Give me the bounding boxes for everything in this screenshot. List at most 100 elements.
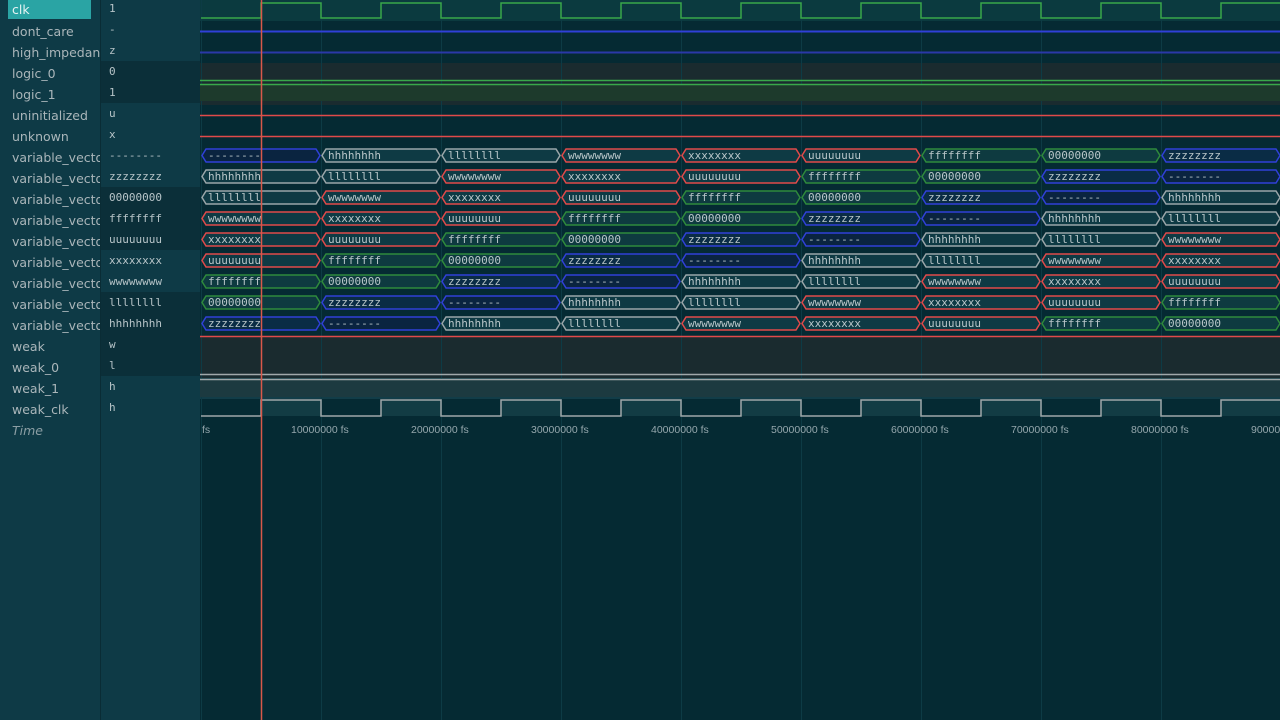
vector-segment-label: uuuuuuuu — [928, 317, 981, 330]
time-tick-label: 10000000 fs — [291, 424, 349, 436]
vector-segment-label: llllllll — [208, 191, 261, 204]
vector-segment-label: llllllll — [1048, 233, 1101, 246]
vector-segment-label: uuuuuuuu — [1168, 275, 1221, 288]
vector-segment-label: uuuuuuuu — [688, 170, 741, 183]
signal-value: llllllll — [101, 292, 201, 313]
vector-segment-label: wwwwwwww — [328, 191, 381, 204]
vector-segment-label: -------- — [328, 317, 381, 330]
signal-name-variable-vector[interactable]: variable_vector — [0, 189, 100, 210]
time-tick-label: 70000000 fs — [1011, 424, 1069, 436]
vector-segment-label: ffffffff — [448, 233, 501, 246]
signal-name-variable-vector[interactable]: variable_vector — [0, 294, 100, 315]
weak-1-fill — [200, 380, 1280, 397]
time-tick-label: 60000000 fs — [891, 424, 949, 436]
waveform-canvas[interactable]: -------- hhhhhhhh llllllll wwwwwwww xxxxxxxx… — [200, 0, 1280, 720]
vector-segment-label: xxxxxxxx — [808, 317, 861, 330]
signal-name-weak-0[interactable]: weak_0 — [0, 357, 100, 378]
vector-segment-label: -------- — [808, 233, 861, 246]
vector-segment-label: zzzzzzzz — [688, 233, 741, 246]
signal-name-variable-vector[interactable]: variable_vector — [0, 147, 100, 168]
signal-name-unknown[interactable]: unknown — [0, 126, 100, 147]
signal-name-weak-clk[interactable]: weak_clk — [0, 399, 100, 420]
signal-name-variable-vector[interactable]: variable_vector — [0, 252, 100, 273]
vector-segment-label: xxxxxxxx — [688, 149, 741, 162]
vector-segment-label: hhhhhhhh — [208, 170, 261, 183]
signal-value: 1 — [101, 82, 201, 103]
signal-name-clk[interactable]: clk — [8, 0, 91, 19]
vector-segment-label: llllllll — [688, 296, 741, 309]
signal-value: 00000000 — [101, 187, 201, 208]
vector-segment-label: uuuuuuuu — [208, 254, 261, 267]
vector-segment-label: zzzzzzzz — [928, 191, 981, 204]
row-band — [200, 336, 1280, 357]
vector-segment-label: wwwwwwww — [808, 296, 861, 309]
time-tick-label: 40000000 fs — [651, 424, 709, 436]
vector-segment-label: wwwwwwww — [448, 170, 501, 183]
signal-name-variable-vector[interactable]: variable_vector — [0, 315, 100, 336]
signal-value: h — [109, 380, 116, 393]
signal-name-weak-1[interactable]: weak_1 — [0, 378, 100, 399]
vector-segment-label: ffffffff — [808, 170, 861, 183]
vector-segment-label: -------- — [1168, 170, 1221, 183]
signal-name-variable-vector[interactable]: variable_vector — [0, 168, 100, 189]
signal-value: -------- — [109, 149, 162, 162]
time-tick-label: fs — [202, 424, 210, 436]
signal-value: uuuuuuuu — [101, 229, 201, 250]
weak-clk-fill — [1101, 400, 1161, 416]
waveform-viewer: clk dont_carehigh_impedancelogic_0logic_1… — [0, 0, 1280, 720]
vector-segment-label: -------- — [1048, 191, 1101, 204]
signal-value: hhhhhhhh — [101, 313, 201, 334]
signal-name-weak[interactable]: weak — [0, 336, 100, 357]
vector-segment-label: ffffffff — [328, 254, 381, 267]
weak-clk-fill — [1221, 400, 1280, 416]
vector-segment-label: xxxxxxxx — [208, 233, 261, 246]
vector-segment-label: wwwwwwww — [568, 149, 621, 162]
signal-value: z — [109, 44, 116, 57]
signal-value: 0 — [101, 61, 201, 82]
vector-segment-label: xxxxxxxx — [928, 296, 981, 309]
signal-name-logic-0[interactable]: logic_0 — [0, 63, 100, 84]
vector-row: llllllll wwwwwwww xxxxxxxx uuuuuuuu ffffffff… — [201, 190, 1280, 205]
signal-name-logic-1[interactable]: logic_1 — [0, 84, 100, 105]
signal-name-high-impedance[interactable]: high_impedance — [0, 42, 100, 63]
vector-segment-label: zzzzzzzz — [328, 296, 381, 309]
vector-segment-label: hhhhhhhh — [448, 317, 501, 330]
vector-segment-label: xxxxxxxx — [568, 170, 621, 183]
weak-clk-fill — [981, 400, 1041, 416]
vector-row: uuuuuuuu ffffffff 00000000 zzzzzzzz --------… — [201, 253, 1280, 268]
vector-row: xxxxxxxx uuuuuuuu ffffffff 00000000 zzzzzzzz… — [201, 232, 1280, 247]
waveform-panel[interactable]: -------- hhhhhhhh llllllll wwwwwwww xxxxxxxx… — [200, 0, 1280, 720]
vector-segment-label: ffffffff — [928, 149, 981, 162]
vector-segment-label: uuuuuuuu — [1048, 296, 1101, 309]
weak-clk-fill — [501, 400, 561, 416]
vector-segment-label: xxxxxxxx — [1168, 254, 1221, 267]
signal-name-uninitialized[interactable]: uninitialized — [0, 105, 100, 126]
vector-segment-label: uuuuuuuu — [568, 191, 621, 204]
weak-clk-fill — [621, 400, 681, 416]
vector-segment-label: ffffffff — [568, 212, 621, 225]
signal-value: w — [101, 334, 201, 355]
vector-segment-label: llllllll — [568, 317, 621, 330]
vector-segment-label: hhhhhhhh — [928, 233, 981, 246]
vector-segment-label: -------- — [568, 275, 621, 288]
signal-name-variable-vector[interactable]: variable_vector — [0, 210, 100, 231]
vector-segment-label: 00000000 — [568, 233, 621, 246]
vector-segment-label: zzzzzzzz — [208, 317, 261, 330]
signal-name-variable-vector[interactable]: variable_vector — [0, 231, 100, 252]
vector-segment-label: ffffffff — [1048, 317, 1101, 330]
time-tick-label: 80000000 fs — [1131, 424, 1189, 436]
signal-value: xxxxxxxx — [109, 254, 162, 267]
vector-segment-label: hhhhhhhh — [1048, 212, 1101, 225]
vector-segment-label: llllllll — [448, 149, 501, 162]
vector-segment-label: ffffffff — [688, 191, 741, 204]
vector-segment-label: 00000000 — [688, 212, 741, 225]
vector-segment-label: hhhhhhhh — [1168, 191, 1221, 204]
vector-segment-label: zzzzzzzz — [808, 212, 861, 225]
weak-clk-fill — [261, 400, 321, 416]
signal-name-variable-vector[interactable]: variable_vector — [0, 273, 100, 294]
time-tick-label: 90000000 fs — [1251, 424, 1280, 436]
vector-segment-label: 00000000 — [448, 254, 501, 267]
vector-segment-label: wwwwwwww — [1168, 233, 1221, 246]
vector-segment-label: ffffffff — [1168, 296, 1221, 309]
signal-name-dont-care[interactable]: dont_care — [0, 21, 100, 42]
